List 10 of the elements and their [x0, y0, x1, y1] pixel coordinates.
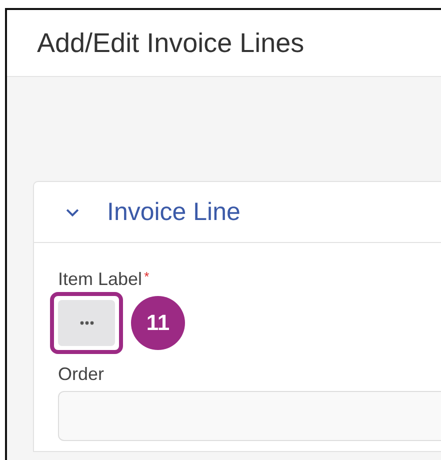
- browse-button[interactable]: [58, 300, 115, 346]
- more-icon: [80, 321, 94, 325]
- window-title: Add/Edit Invoice Lines: [37, 28, 304, 58]
- required-mark: *: [144, 269, 150, 284]
- step-badge: 11: [131, 296, 185, 350]
- chevron-icon[interactable]: [66, 208, 79, 216]
- section-title[interactable]: Invoice Line: [107, 198, 240, 226]
- order-field[interactable]: [58, 391, 441, 441]
- field-label: Order: [58, 364, 104, 385]
- field-label: Item Label: [58, 269, 142, 290]
